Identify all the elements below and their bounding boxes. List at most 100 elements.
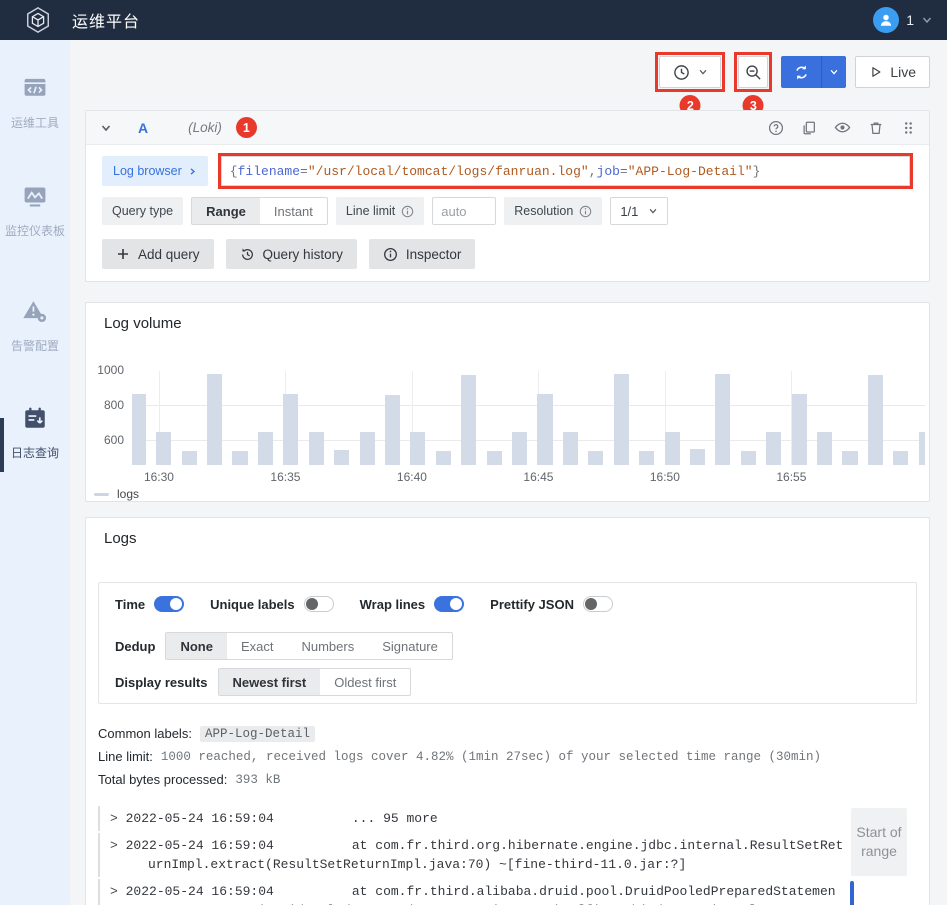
- volume-bar: [562, 431, 578, 465]
- volume-bar: [766, 431, 782, 465]
- dedup-none[interactable]: None: [166, 633, 227, 659]
- query-row-header: A (Loki) 1: [86, 111, 929, 145]
- inspector-button[interactable]: Inspector: [368, 239, 476, 269]
- sidebar-item-3[interactable]: 告警配置: [0, 298, 70, 354]
- query-token-punct: {: [229, 163, 238, 179]
- eye-icon[interactable]: [834, 119, 851, 136]
- log-timestamp: 2022-05-24 16:59:04: [117, 884, 290, 899]
- query-type-instant[interactable]: Instant: [260, 198, 327, 224]
- query-history-button[interactable]: Query history: [225, 239, 357, 269]
- history-icon: [241, 248, 253, 260]
- expand-row-icon[interactable]: >: [110, 884, 118, 899]
- user-menu[interactable]: 1: [873, 0, 933, 40]
- drag-handle-icon[interactable]: [901, 120, 915, 136]
- start-of-range-label: Start of range: [851, 808, 907, 876]
- time-picker-button[interactable]: [659, 56, 722, 88]
- dedup-numbers[interactable]: Numbers: [287, 633, 368, 659]
- log-row[interactable]: > 2022-05-24 16:59:04 at com.fr.third.al…: [98, 879, 845, 905]
- chevron-down-icon: [649, 208, 657, 214]
- dedup-exact[interactable]: Exact: [227, 633, 288, 659]
- log-browser-button[interactable]: Log browser: [102, 156, 208, 186]
- panel-title: Logs: [104, 530, 137, 547]
- meta-label: Total bytes processed:: [98, 772, 228, 787]
- sidebar: 运维工具监控仪表板告警配置日志查询: [0, 40, 70, 905]
- chart-plot-area[interactable]: [132, 371, 925, 465]
- toggle-switch[interactable]: [582, 596, 613, 612]
- volume-bar: [207, 374, 223, 465]
- query-type-range[interactable]: Range: [192, 198, 260, 224]
- volume-bar: [410, 431, 426, 465]
- line-limit-input[interactable]: [432, 197, 497, 225]
- logs-panel: Logs Time Unique labels Wrap lines Prettify…: [85, 517, 930, 905]
- log-message: ... 95 more: [289, 811, 438, 826]
- loki-query-input[interactable]: {filename = "/usr/local/tomcat/logs/fanrua…: [220, 156, 910, 186]
- chevron-down-icon: [922, 17, 932, 24]
- dedup-signature[interactable]: Signature: [368, 633, 452, 659]
- volume-bar: [283, 393, 299, 465]
- log-volume-chart: 600 800 1000 16:30 16:35 16:40 16:45 16:50 16:5…: [86, 303, 929, 501]
- volume-bar: [486, 451, 502, 465]
- log-meta: Common labels: APP-Log-Detail Line limit: 1…: [98, 722, 917, 791]
- collapse-query-icon[interactable]: [100, 122, 112, 134]
- display-results-label: Display results: [115, 674, 208, 690]
- toggle-switch[interactable]: [154, 596, 185, 612]
- sidebar-item-2[interactable]: 监控仪表板: [0, 183, 70, 239]
- sidebar-item-4[interactable]: 日志查询: [0, 405, 70, 461]
- toggle-label: Prettify JSON: [490, 596, 574, 612]
- add-query-button[interactable]: Add query: [102, 239, 214, 269]
- meta-label: Common labels:: [98, 726, 192, 741]
- volume-bar: [537, 393, 553, 465]
- query-type-toggle: Range Instant: [191, 197, 328, 225]
- meta-line: Common labels: APP-Log-Detail: [98, 722, 917, 745]
- display-oldest-first[interactable]: Oldest first: [320, 669, 410, 695]
- annotation-box-query-expression: {filename = "/usr/local/tomcat/logs/fanrua…: [217, 153, 913, 189]
- volume-bar: [132, 393, 146, 465]
- live-button[interactable]: Live: [855, 56, 930, 88]
- sidebar-item-label: 告警配置: [10, 339, 59, 353]
- volume-bar: [791, 393, 807, 465]
- toggle-wrap-lines: Wrap lines: [360, 596, 465, 612]
- expand-row-icon[interactable]: >: [110, 811, 118, 826]
- sidebar-item-label: 日志查询: [10, 446, 59, 460]
- copy-icon[interactable]: [801, 120, 817, 136]
- person-icon: [881, 14, 892, 26]
- log-search-icon: [25, 407, 45, 428]
- query-token-string: "/usr/local/tomcat/logs/fanruan.log": [307, 163, 589, 179]
- volume-bar: [435, 451, 451, 465]
- display-newest-first[interactable]: Newest first: [218, 669, 321, 695]
- zoom-out-button[interactable]: [738, 56, 769, 88]
- toggle-switch[interactable]: [303, 596, 334, 612]
- meta-label: Line limit:: [98, 749, 153, 764]
- chart-legend[interactable]: logs: [94, 487, 139, 501]
- dedup-label: Dedup: [115, 638, 156, 654]
- logs-scrollbar[interactable]: [850, 881, 854, 905]
- y-axis-tick: 600: [103, 432, 124, 447]
- resolution-select[interactable]: 1/1: [610, 197, 669, 225]
- volume-bar: [512, 431, 528, 465]
- volume-bar: [715, 374, 731, 465]
- top-bar: 运维平台 1: [0, 0, 947, 40]
- toggle-time: Time: [115, 596, 185, 612]
- avatar[interactable]: [873, 7, 900, 33]
- run-query-button[interactable]: [781, 56, 847, 88]
- live-label: Live: [890, 64, 916, 80]
- log-row[interactable]: > 2022-05-24 16:59:04 at com.fr.third.or…: [98, 833, 845, 877]
- refresh-icon: [796, 65, 807, 79]
- display-results-toggle: Newest first Oldest first: [217, 668, 412, 696]
- play-icon: [872, 67, 881, 77]
- volume-bar: [867, 375, 883, 465]
- toggle-switch[interactable]: [434, 596, 465, 612]
- log-volume-panel: Log volume 600 800 1000 16:30 16:35 16:40 16:…: [85, 302, 930, 502]
- log-row[interactable]: > 2022-05-24 16:59:04 ... 95 more: [98, 806, 845, 831]
- volume-bar: [613, 374, 629, 465]
- toggle-label: Wrap lines: [359, 596, 426, 612]
- log-rows: > 2022-05-24 16:59:04 ... 95 more > 2022-…: [98, 806, 845, 905]
- volume-bar: [359, 431, 375, 465]
- info-circle-icon: [383, 247, 397, 261]
- info-icon: [401, 205, 414, 217]
- expand-row-icon[interactable]: >: [110, 838, 118, 853]
- help-icon[interactable]: [768, 120, 784, 136]
- trash-icon[interactable]: [868, 120, 884, 136]
- meta-value: APP-Log-Detail: [199, 725, 315, 742]
- sidebar-item-1[interactable]: 运维工具: [0, 75, 70, 131]
